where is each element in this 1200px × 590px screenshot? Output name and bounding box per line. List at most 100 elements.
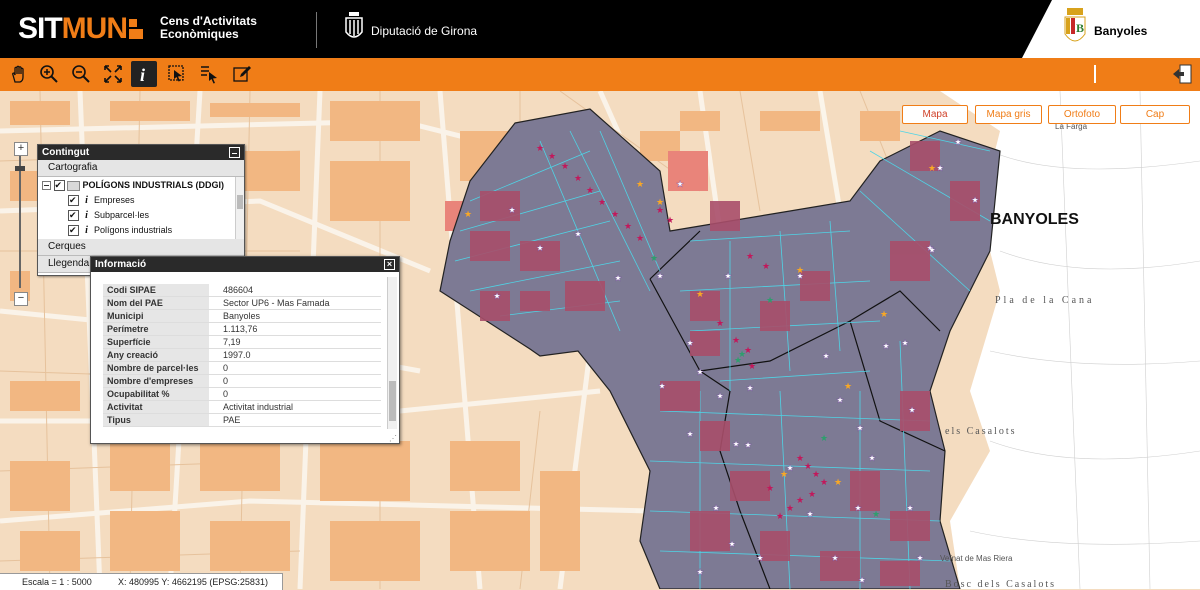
pan-tool-button[interactable] <box>6 61 32 87</box>
info-table: Codi SIPAE 486604 Nom del PAE Sector UP6 -… <box>95 277 381 433</box>
layer-label-empreses: Empreses <box>94 195 135 205</box>
toc-section-cerques[interactable]: Cerques <box>38 239 244 256</box>
svg-text:★: ★ <box>536 244 544 254</box>
toc-section-cartografia[interactable]: Cartografia <box>38 160 244 177</box>
header-divider <box>316 12 317 48</box>
resize-handle-icon[interactable]: ⋰ <box>389 434 397 443</box>
svg-text:i: i <box>140 65 145 84</box>
svg-text:★: ★ <box>728 540 736 550</box>
basemap-mapa-button[interactable]: Mapa <box>902 105 968 124</box>
close-icon[interactable]: × <box>384 259 395 270</box>
svg-text:★: ★ <box>598 198 606 208</box>
svg-text:★: ★ <box>804 462 812 472</box>
hand-icon <box>12 65 24 83</box>
svg-text:★: ★ <box>712 504 720 514</box>
svg-text:★: ★ <box>786 504 794 514</box>
layer-checkbox-subparceles[interactable] <box>68 208 79 222</box>
svg-text:★: ★ <box>508 206 516 216</box>
org-name: Diputació de Girona <box>371 24 478 38</box>
svg-text:★: ★ <box>776 512 784 522</box>
svg-text:★: ★ <box>746 252 754 262</box>
svg-text:B: B <box>1076 21 1084 35</box>
svg-text:★: ★ <box>808 490 816 500</box>
svg-text:★: ★ <box>734 356 742 366</box>
svg-text:★: ★ <box>696 368 704 378</box>
zoom-in-button[interactable]: + <box>14 142 28 156</box>
list-select-tool-button[interactable] <box>197 61 223 87</box>
layer-tree-scrollbar[interactable] <box>235 177 244 239</box>
info-icon: i <box>140 65 145 84</box>
svg-text:★: ★ <box>936 164 944 174</box>
contents-panel-header: Contingut <box>38 145 244 160</box>
svg-text:★: ★ <box>716 392 724 402</box>
select-tool-button[interactable] <box>164 61 190 87</box>
svg-text:★: ★ <box>696 568 704 578</box>
svg-text:★: ★ <box>806 510 814 520</box>
basemap-cap-button[interactable]: Cap <box>1120 105 1190 124</box>
zoom-out-tool-button[interactable] <box>68 61 94 87</box>
info-row: Nombre de parcel·les 0 <box>103 362 381 375</box>
svg-text:★: ★ <box>908 406 916 416</box>
info-row: Tipus PAE <box>103 414 381 427</box>
scale-readout: Escala = 1 : 5000 <box>22 577 92 587</box>
svg-text:★: ★ <box>574 230 582 240</box>
info-panel-header: Informació × <box>91 257 399 272</box>
layer-checkbox-empreses[interactable] <box>68 193 79 207</box>
edit-tool-button[interactable] <box>229 61 255 87</box>
town-name: Banyoles <box>1094 24 1148 38</box>
svg-text:★: ★ <box>732 336 740 346</box>
zoom-slider-track[interactable] <box>19 156 21 288</box>
layer-row-subparceles[interactable]: i Subparcel·les <box>68 208 149 222</box>
svg-text:★: ★ <box>636 234 644 244</box>
svg-text:★: ★ <box>696 290 704 300</box>
layer-checkbox-poligons[interactable] <box>68 223 79 237</box>
area-label-1: Pla de la Cana <box>995 295 1094 306</box>
svg-text:★: ★ <box>756 554 764 564</box>
area-label-2: els Casalots <box>945 426 1017 437</box>
basemap-ortofoto-button[interactable]: Ortofoto <box>1048 105 1116 124</box>
info-row: Perímetre 1.113,76 <box>103 323 381 336</box>
layer-group-row[interactable]: POLÍGONS INDUSTRIALS (DDGI) <box>42 178 224 192</box>
svg-text:★: ★ <box>732 440 740 450</box>
svg-text:★: ★ <box>812 470 820 480</box>
expand-icon <box>104 65 122 83</box>
svg-text:★: ★ <box>836 396 844 406</box>
info-row: Ocupabilitat % 0 <box>103 388 381 401</box>
svg-text:★: ★ <box>586 186 594 196</box>
svg-text:★: ★ <box>724 272 732 282</box>
info-tool-button[interactable]: i <box>131 61 157 87</box>
collapse-icon[interactable] <box>42 181 51 191</box>
list-select-icon <box>201 66 217 84</box>
layer-info-icon[interactable]: i <box>82 224 92 238</box>
svg-text:★: ★ <box>916 554 924 564</box>
full-extent-tool-button[interactable] <box>100 61 126 87</box>
layer-row-empreses[interactable]: i Empreses <box>68 193 135 207</box>
info-row: Codi SIPAE 486604 <box>103 284 381 297</box>
info-panel-title: Informació <box>95 259 147 270</box>
app-header: SITMUN Cens d'Activitats Econòmiques Dip… <box>0 0 1200 58</box>
svg-text:★: ★ <box>954 138 962 148</box>
layer-group-checkbox[interactable] <box>53 178 65 192</box>
info-panel-scrollbar[interactable] <box>387 277 397 429</box>
svg-text:★: ★ <box>906 504 914 514</box>
toolbar-separator <box>1094 65 1096 83</box>
svg-text:★: ★ <box>834 478 842 488</box>
svg-text:★: ★ <box>548 152 556 162</box>
svg-text:★: ★ <box>744 441 752 451</box>
svg-text:★: ★ <box>686 339 694 349</box>
layer-info-icon[interactable]: i <box>82 209 92 223</box>
zoom-slider-handle[interactable] <box>15 166 25 171</box>
area-label-5: Veïnat de Mas Riera <box>940 554 1013 563</box>
exit-icon[interactable] <box>1171 63 1193 85</box>
zoom-in-tool-button[interactable] <box>36 61 62 87</box>
select-icon <box>168 65 184 82</box>
svg-text:★: ★ <box>614 274 622 284</box>
basemap-mapa-gris-button[interactable]: Mapa gris <box>975 105 1042 124</box>
layer-row-poligons[interactable]: i Polígons industrials <box>68 223 172 237</box>
svg-text:★: ★ <box>780 470 788 480</box>
layer-info-icon[interactable]: i <box>82 194 92 208</box>
layer-group-label: POLÍGONS INDUSTRIALS (DDGI) <box>82 180 225 190</box>
svg-text:★: ★ <box>822 352 830 362</box>
minimize-icon[interactable] <box>229 147 240 158</box>
zoom-out-button[interactable]: − <box>14 292 28 306</box>
